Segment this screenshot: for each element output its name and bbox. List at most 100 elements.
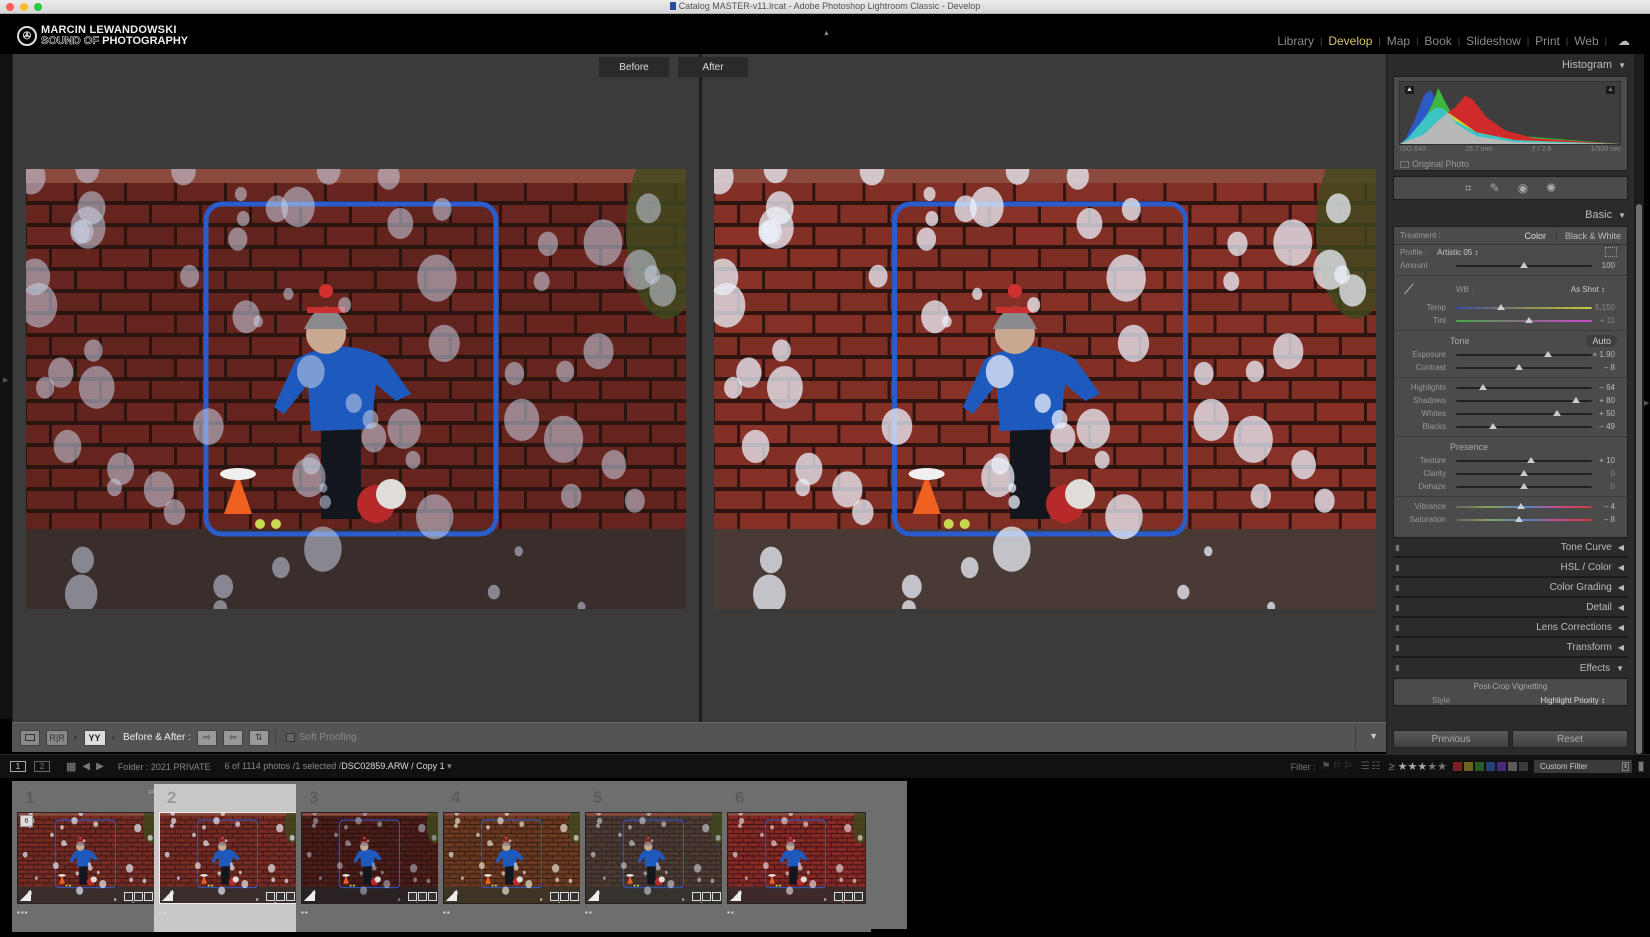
thumbnail-rating-dots[interactable]: ▪▪ [159, 908, 167, 917]
panel-toggle-switch[interactable] [1395, 644, 1400, 652]
keyword-badge-icon[interactable] [408, 892, 417, 901]
stack-count-badge[interactable]: 6 [20, 815, 33, 827]
color-label-swatch[interactable] [1486, 762, 1495, 771]
highlight-clipping-toggle[interactable]: ▲ [1606, 86, 1615, 94]
panel-lens-corrections[interactable]: Lens Corrections ◀ [1393, 618, 1628, 638]
treatment-color-button[interactable]: Color [1524, 231, 1546, 241]
module-slideshow[interactable]: Slideshow [1465, 34, 1522, 48]
yy-dropdown-icon[interactable]: ▾ [112, 734, 116, 742]
slider-knob[interactable] [1526, 457, 1535, 463]
expand-triangle-icon[interactable]: ◀ [1618, 643, 1624, 652]
thumbnail-rating-dots[interactable]: ▪▪ [301, 908, 309, 917]
grid-view-icon[interactable]: ▦ [66, 760, 76, 773]
slider-knob[interactable] [1552, 410, 1561, 416]
collapse-triangle-icon[interactable]: ▼ [1618, 211, 1626, 220]
source-folder-label[interactable]: Folder : 2021 PRIVATE [118, 762, 211, 772]
basic-header[interactable]: Basic ▼ [1387, 204, 1634, 226]
crop-badge-icon[interactable] [844, 892, 853, 901]
shadows-value[interactable]: + 80 [1599, 396, 1615, 405]
copy-before-to-after-button[interactable]: ⇨ [196, 729, 217, 746]
rating-star[interactable]: ★ [1417, 761, 1427, 773]
collapse-triangle-icon[interactable]: ▼ [1618, 61, 1626, 70]
panel-toggle-switch[interactable] [1395, 584, 1400, 592]
panel-toggle-switch[interactable] [1395, 544, 1400, 552]
exposure-slider[interactable] [1456, 351, 1592, 357]
keyword-badge-icon[interactable] [834, 892, 843, 901]
wb-eyedropper-icon[interactable]: ⟋ [1404, 281, 1422, 299]
soft-proofing-checkbox[interactable] [285, 733, 295, 742]
thumbnail-image[interactable] [159, 812, 298, 904]
profile-dropdown[interactable]: Artistic 05 ↕ [1437, 248, 1478, 257]
filmstrip-thumbnail[interactable]: 5 ▪▪ [580, 784, 729, 932]
panel-toggle-switch[interactable] [1395, 624, 1400, 632]
auto-tone-button[interactable]: Auto [1586, 335, 1617, 347]
develop-badge-icon[interactable] [286, 892, 295, 901]
collapse-right-panel-icon[interactable]: ▶ [1644, 399, 1649, 407]
slider-knob[interactable] [1488, 423, 1497, 429]
develop-badge-icon[interactable] [854, 892, 863, 901]
slider-knob[interactable] [1514, 516, 1523, 522]
panel-detail[interactable]: Detail ◀ [1393, 598, 1628, 618]
rating-star[interactable]: ★ [1398, 761, 1408, 773]
right-panel-edge[interactable]: ▶ [1644, 54, 1650, 754]
keyword-badge-icon[interactable] [692, 892, 701, 901]
module-library[interactable]: Library [1276, 34, 1315, 48]
texture-slider[interactable] [1456, 457, 1592, 463]
wb-dropdown[interactable]: As Shot ↕ [1571, 285, 1605, 294]
color-label-swatch[interactable] [1464, 762, 1473, 771]
filmstrip-thumbnail[interactable]: 3 ▪▪ [296, 784, 445, 932]
expand-triangle-icon[interactable]: ◀ [1618, 563, 1624, 572]
second-window-button[interactable]: 2 [34, 761, 50, 772]
expand-triangle-icon[interactable]: ◀ [1618, 543, 1624, 552]
before-photo[interactable] [26, 169, 686, 609]
crop-badge-icon[interactable] [134, 892, 143, 901]
filmstrip-thumbnail[interactable]: 6 ▪▪ [722, 784, 871, 932]
amount-value[interactable]: 100 [1602, 261, 1615, 270]
panel-toggle-switch[interactable] [1395, 604, 1400, 612]
panel-color-grading[interactable]: Color Grading ◀ [1393, 578, 1628, 598]
swap-before-after-button[interactable]: ⇅ [248, 729, 269, 746]
temp-value[interactable]: 5,150 [1595, 303, 1615, 312]
thumbnail-rating-dots[interactable]: ▪▪ [727, 908, 735, 917]
spot-removal-icon[interactable]: ✎ [1490, 181, 1500, 195]
left-panel-collapsed[interactable]: ▶ [0, 54, 12, 719]
thumbnail-image[interactable]: 6 [17, 812, 156, 904]
module-develop[interactable]: Develop [1327, 34, 1373, 48]
module-book[interactable]: Book [1423, 34, 1452, 48]
slider-knob[interactable] [1520, 470, 1528, 476]
scrollbar-thumb[interactable] [1636, 204, 1642, 754]
rating-operator[interactable]: ≥ [1389, 761, 1395, 773]
contrast-value[interactable]: – 8 [1604, 363, 1615, 372]
toolbar-options-icon[interactable]: ▼ [1369, 731, 1378, 741]
right-panel-scrollbar[interactable] [1634, 54, 1644, 754]
panel-tone-curve[interactable]: Tone Curve ◀ [1393, 538, 1628, 558]
crop-badge-icon[interactable] [276, 892, 285, 901]
keyword-badge-icon[interactable] [124, 892, 133, 901]
panel-effects[interactable]: Effects ▼ [1393, 658, 1628, 678]
develop-badge-icon[interactable] [570, 892, 579, 901]
thumbnail-rating-dots[interactable]: ▪▪ [443, 908, 451, 917]
expand-triangle-icon[interactable]: ◀ [1618, 623, 1624, 632]
forward-arrow-icon[interactable]: ▶ [96, 761, 104, 772]
blacks-slider[interactable] [1456, 423, 1592, 429]
crop-badge-icon[interactable] [418, 892, 427, 901]
shadows-slider[interactable] [1456, 397, 1592, 403]
red-eye-icon[interactable]: ◉ [1518, 181, 1528, 195]
filter-lock-icon[interactable] [1638, 761, 1644, 772]
original-photo-toggle[interactable]: Original Photo [1400, 159, 1469, 169]
exposure-value[interactable]: + 1.90 [1593, 350, 1615, 359]
rating-stars[interactable]: ★★★★★ [1398, 761, 1447, 773]
keyword-badge-icon[interactable] [550, 892, 559, 901]
rating-star[interactable]: ★ [1437, 761, 1447, 773]
before-pane[interactable]: Before [13, 54, 699, 722]
whites-value[interactable]: + 50 [1599, 409, 1615, 418]
crop-tool-icon[interactable]: ⌗ [1465, 181, 1472, 196]
masking-icon[interactable]: ✺ [1546, 181, 1556, 195]
expand-triangle-icon[interactable]: ◀ [1618, 603, 1624, 612]
main-window-button[interactable]: 1 [10, 761, 26, 772]
thumbnail-image[interactable] [585, 812, 724, 904]
highlights-value[interactable]: – 64 [1599, 383, 1615, 392]
slider-knob[interactable] [1571, 397, 1580, 403]
clarity-slider[interactable] [1456, 470, 1592, 476]
view-mode-dropdown-icon[interactable]: ▾ [74, 734, 78, 742]
